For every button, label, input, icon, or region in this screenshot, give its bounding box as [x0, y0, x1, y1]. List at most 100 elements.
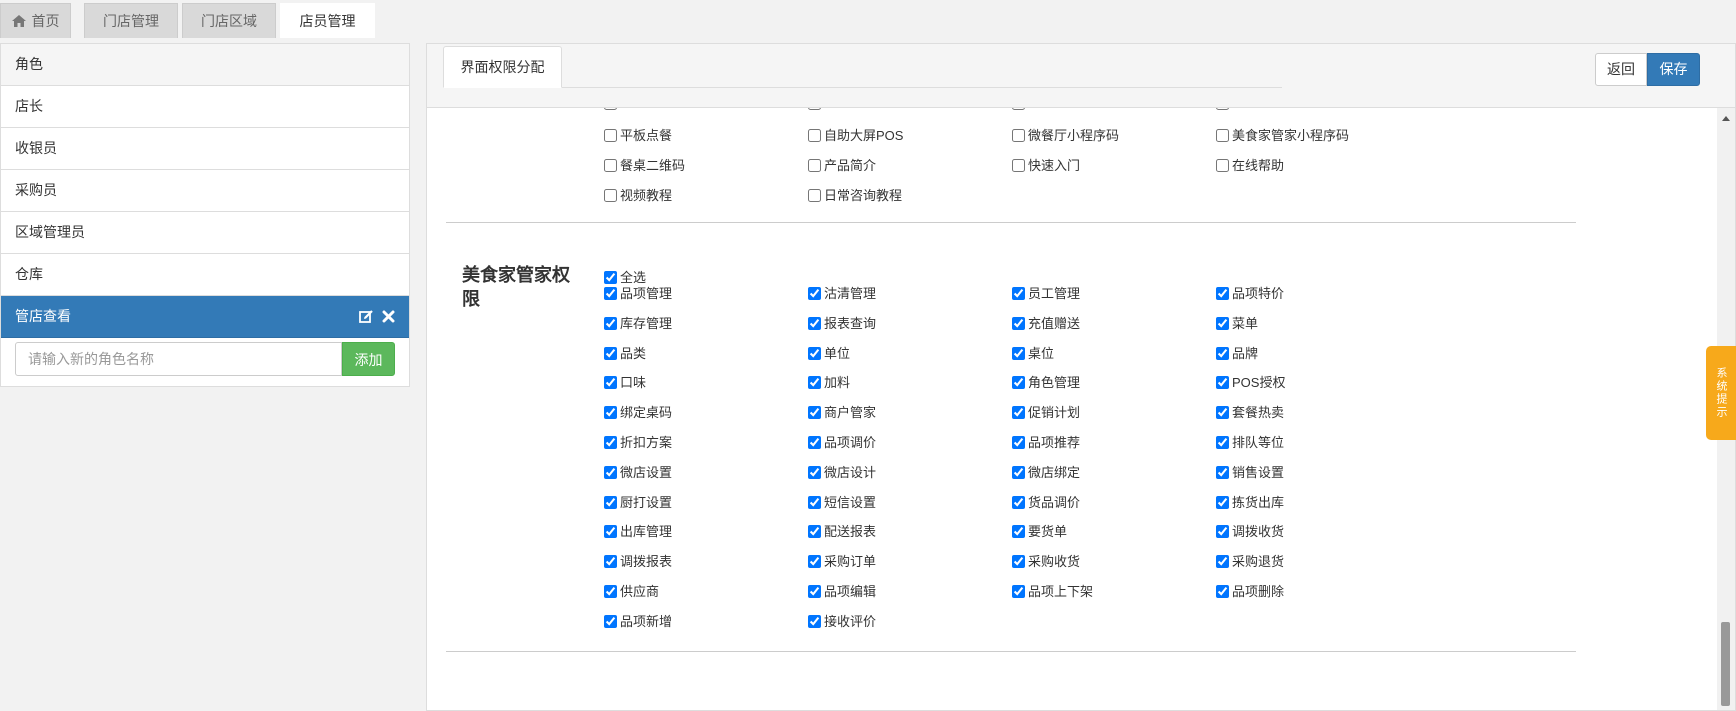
permission-checkbox[interactable]: 品项调价 [808, 433, 876, 453]
permission-checkbox[interactable]: 日常咨询教程 [808, 186, 902, 206]
permission-checkbox[interactable]: 绑定桌码 [604, 403, 672, 423]
permission-checkbox-input[interactable] [1012, 316, 1025, 330]
permission-checkbox-input[interactable] [604, 376, 617, 390]
permission-checkbox-input[interactable] [1012, 346, 1025, 360]
permission-checkbox-input[interactable] [604, 495, 617, 509]
permission-checkbox[interactable]: 出库管理 [604, 522, 672, 542]
permission-checkbox[interactable]: 品牌 [1216, 344, 1258, 364]
permission-checkbox-input[interactable] [604, 346, 617, 360]
permission-checkbox-input[interactable] [1216, 465, 1229, 479]
permission-checkbox[interactable]: 配送报表 [808, 522, 876, 542]
permission-checkbox-input[interactable] [604, 188, 617, 202]
permission-checkbox-input[interactable] [1012, 129, 1025, 142]
permission-checkbox-input[interactable] [604, 129, 617, 142]
permission-checkbox-input[interactable] [808, 158, 821, 172]
permission-checkbox[interactable]: 微店绑定 [1012, 463, 1080, 483]
tab-store-area[interactable]: 门店区域 [182, 3, 276, 38]
add-role-button[interactable]: 添加 [342, 342, 395, 376]
tab-staff-management[interactable]: 店员管理 [280, 3, 375, 38]
permission-checkbox-input[interactable] [808, 287, 821, 300]
permission-checkbox[interactable]: 品项编辑 [808, 582, 876, 602]
permission-checkbox[interactable]: 供应商 [604, 582, 659, 602]
permission-checkbox-input[interactable] [1216, 108, 1229, 110]
permission-checkbox-input[interactable] [1012, 585, 1025, 598]
tab-store-management[interactable]: 门店管理 [84, 3, 178, 38]
permission-checkbox[interactable]: 餐桌二维码 [604, 156, 685, 176]
permission-checkbox[interactable]: 商户管家 [808, 403, 876, 423]
permission-checkbox[interactable]: 调拨报表 [604, 552, 672, 572]
permission-checkbox[interactable]: 品项新增 [604, 612, 672, 632]
permission-checkbox-input[interactable] [1216, 495, 1229, 509]
permission-checkbox[interactable]: 自助大屏POS [808, 126, 903, 146]
permission-checkbox[interactable]: 销售设置 [1216, 463, 1284, 483]
permission-checkbox[interactable]: 折扣方案 [604, 433, 672, 453]
permission-checkbox-input[interactable] [1012, 376, 1025, 390]
permission-checkbox[interactable]: 微店设置 [604, 463, 672, 483]
permission-checkbox[interactable]: 库存管理 [604, 314, 672, 334]
permission-checkbox[interactable]: 接收评价 [808, 612, 876, 632]
permission-checkbox[interactable]: 员工管理 [1012, 284, 1080, 304]
edit-icon[interactable] [359, 309, 374, 324]
permission-checkbox-input[interactable] [808, 316, 821, 330]
permission-checkbox[interactable]: POS授权 [1216, 373, 1285, 393]
permission-checkbox[interactable]: 角色管理 [1012, 373, 1080, 393]
permission-checkbox[interactable]: 采购收货 [1012, 552, 1080, 572]
permission-checkbox-input[interactable] [808, 555, 821, 569]
scroll-thumb[interactable] [1721, 622, 1730, 706]
permission-checkbox[interactable]: 视频教程 [604, 186, 672, 206]
permission-checkbox-input[interactable] [808, 465, 821, 479]
permission-checkbox-input[interactable] [604, 316, 617, 330]
permission-checkbox[interactable]: 报表查询 [808, 314, 876, 334]
permission-checkbox[interactable]: 拣货出库 [1216, 493, 1284, 513]
permission-checkbox-input[interactable] [604, 158, 617, 172]
permission-checkbox-input[interactable] [1012, 555, 1025, 569]
permission-checkbox-input[interactable] [1012, 406, 1025, 420]
permission-checkbox-input[interactable] [604, 585, 617, 598]
permission-checkbox-input[interactable] [808, 376, 821, 390]
back-button[interactable]: 返回 [1595, 53, 1647, 86]
permission-checkbox[interactable]: 套餐热卖 [1216, 403, 1284, 423]
permission-checkbox[interactable]: 沽清管理 [808, 284, 876, 304]
permission-checkbox[interactable]: 采购订单 [808, 552, 876, 572]
permission-checkbox[interactable]: 调拨收货 [1216, 522, 1284, 542]
permission-checkbox-input[interactable] [1012, 465, 1025, 479]
permission-checkbox[interactable]: 要货单 [1012, 522, 1067, 542]
scroll-up-arrow-icon[interactable] [1722, 116, 1730, 121]
permission-checkbox-input[interactable] [604, 614, 617, 628]
permission-checkbox-input[interactable] [1216, 525, 1229, 539]
permission-checkbox[interactable]: 充值赠送 [1012, 314, 1080, 334]
permission-checkbox[interactable]: 单位 [808, 344, 850, 364]
permission-checkbox-input[interactable] [1216, 436, 1229, 449]
permission-checkbox[interactable]: 品项推荐 [1012, 433, 1080, 453]
permission-checkbox[interactable]: 短信设置 [808, 493, 876, 513]
permission-checkbox[interactable]: 排队等位 [1216, 433, 1284, 453]
permission-checkbox-input[interactable] [808, 188, 821, 202]
permission-checkbox[interactable]: 厨打设置 [604, 493, 672, 513]
permission-checkbox-input[interactable] [1216, 316, 1229, 330]
permission-checkbox-input[interactable] [808, 346, 821, 360]
permission-checkbox-input[interactable] [1216, 376, 1229, 390]
permission-checkbox-input[interactable] [1012, 525, 1025, 539]
permission-checkbox[interactable]: 品类 [604, 344, 646, 364]
permission-checkbox[interactable]: 品项特价 [1216, 284, 1284, 304]
permission-checkbox[interactable]: 货品调价 [1012, 493, 1080, 513]
permission-checkbox-input[interactable] [604, 436, 617, 449]
permission-checkbox-input[interactable] [1216, 406, 1229, 420]
permission-checkbox[interactable]: 口味 [604, 373, 646, 393]
role-item-warehouse[interactable]: 仓库 [1, 254, 409, 296]
permission-checkbox[interactable]: 微店设计 [808, 463, 876, 483]
permission-checkbox-input[interactable] [604, 465, 617, 479]
role-item-purchaser[interactable]: 采购员 [1, 170, 409, 212]
permission-checkbox-input[interactable] [604, 108, 617, 110]
permission-checkbox[interactable]: 品项删除 [1216, 582, 1284, 602]
permission-checkbox[interactable]: 品项管理 [604, 284, 672, 304]
permission-checkbox-input[interactable] [604, 287, 617, 300]
role-item-area-manager[interactable]: 区域管理员 [1, 212, 409, 254]
permission-checkbox-input[interactable] [808, 129, 821, 142]
permission-checkbox-input[interactable] [1012, 108, 1025, 110]
permission-checkbox[interactable]: 平板点餐 [604, 126, 672, 146]
close-icon[interactable] [382, 310, 395, 323]
permission-checkbox[interactable]: 在线帮助 [1216, 156, 1284, 176]
permission-checkbox-input[interactable] [808, 525, 821, 539]
select-all-input[interactable] [604, 271, 617, 284]
